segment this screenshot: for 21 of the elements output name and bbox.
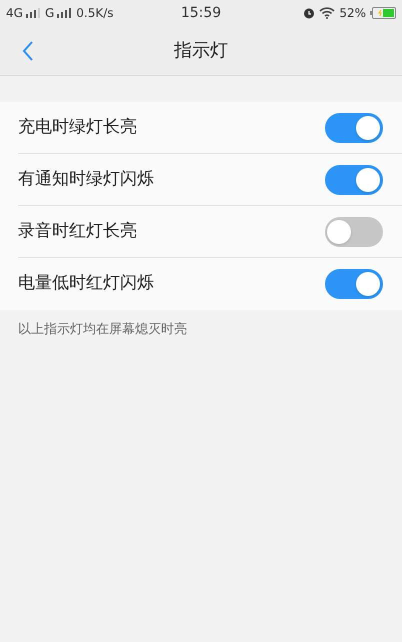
battery-icon <box>370 7 396 19</box>
clock: 15:59 <box>180 4 222 20</box>
toggle-switch[interactable] <box>325 269 383 299</box>
battery-percent: 52% <box>339 5 366 22</box>
toggle-switch[interactable] <box>325 164 383 194</box>
network-speed: 0.5K/s <box>76 5 114 22</box>
setting-label: 充电时绿灯长亮 <box>18 116 138 139</box>
toggle-switch[interactable] <box>325 112 383 142</box>
page-title: 指示灯 <box>174 39 228 63</box>
network-label: G <box>44 5 54 22</box>
wifi-icon <box>319 7 336 19</box>
signal-icon <box>57 8 72 18</box>
toggle-switch[interactable] <box>325 216 383 246</box>
back-icon <box>22 41 34 61</box>
setting-label: 电量低时红灯闪烁 <box>18 272 155 296</box>
network-label: 4G <box>6 5 23 22</box>
alarm-clock-icon <box>303 7 316 19</box>
signal-icon <box>26 8 40 18</box>
footnote: 以上指示灯均在屏幕熄灭时亮 <box>18 322 187 337</box>
setting-label: 有通知时绿灯闪烁 <box>18 168 155 191</box>
setting-label: 录音时红灯长亮 <box>18 220 138 243</box>
